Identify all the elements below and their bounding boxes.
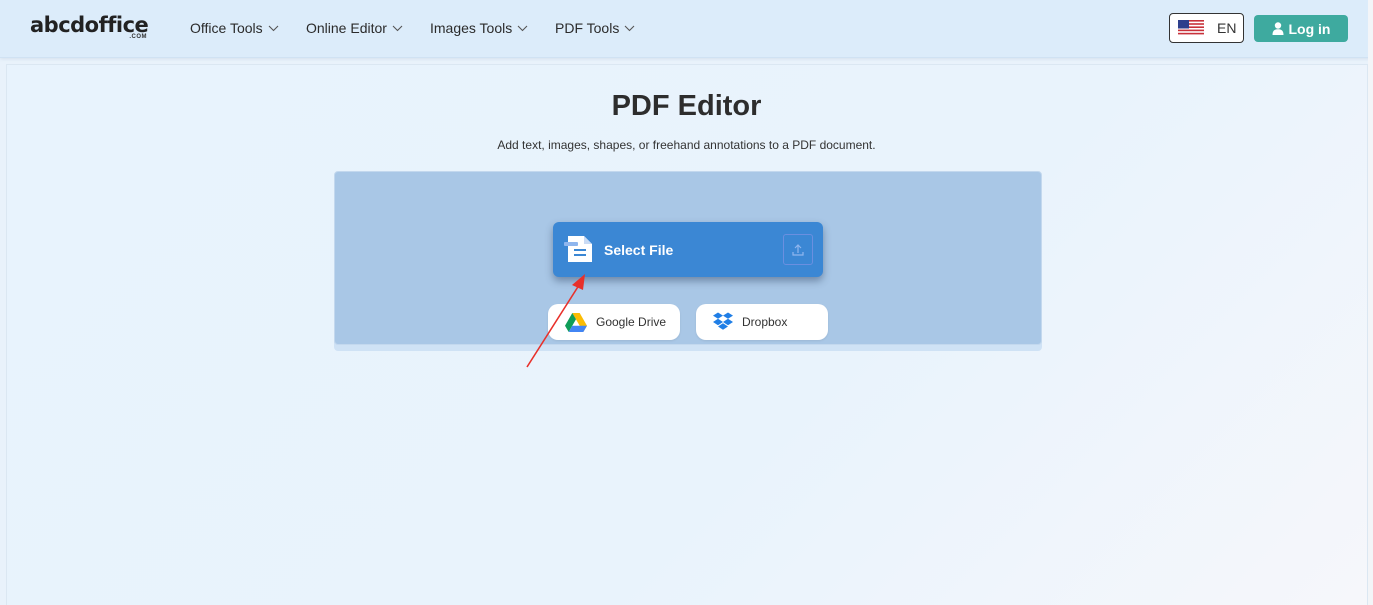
dropbox-label: Dropbox <box>742 315 788 329</box>
chevron-down-icon <box>392 25 403 31</box>
user-icon <box>1272 22 1283 35</box>
nav-images-tools[interactable]: Images Tools <box>430 19 528 37</box>
chevron-down-icon <box>624 25 635 31</box>
logo-sub-text: .COM <box>129 34 147 40</box>
upload-button[interactable] <box>783 234 813 265</box>
abcdoffice-logo[interactable]: abcdoffice .COM <box>30 12 150 46</box>
document-icon <box>564 236 592 262</box>
select-file-label: Select File <box>604 242 674 258</box>
nav-pdf-tools[interactable]: PDF Tools <box>555 19 635 37</box>
language-selector[interactable]: EN <box>1169 13 1244 43</box>
nav-pdf-tools-label: PDF Tools <box>555 20 620 36</box>
chevron-down-icon <box>517 25 528 31</box>
select-file-button[interactable]: Select File <box>553 222 823 277</box>
dropbox-button[interactable]: Dropbox <box>696 304 828 340</box>
google-drive-label: Google Drive <box>596 315 667 329</box>
upload-icon <box>792 243 804 256</box>
login-label: Log in <box>1288 20 1331 37</box>
page-subtitle: Add text, images, shapes, or freehand an… <box>497 138 876 152</box>
login-button[interactable]: Log in <box>1254 15 1348 42</box>
nav-office-tools[interactable]: Office Tools <box>190 19 279 37</box>
google-drive-icon <box>565 312 587 332</box>
page-title: PDF Editor <box>611 90 762 122</box>
top-header: abcdoffice .COM Office Tools Online Edit… <box>0 0 1373 58</box>
chevron-down-icon <box>268 25 279 31</box>
us-flag-icon <box>1178 20 1204 36</box>
language-label: EN <box>1217 20 1237 36</box>
dropbox-icon <box>713 312 733 330</box>
nav-online-editor[interactable]: Online Editor <box>306 19 403 37</box>
nav-images-tools-label: Images Tools <box>430 20 513 36</box>
nav-online-editor-label: Online Editor <box>306 20 387 36</box>
nav-office-tools-label: Office Tools <box>190 20 263 36</box>
google-drive-button[interactable]: Google Drive <box>548 304 680 340</box>
